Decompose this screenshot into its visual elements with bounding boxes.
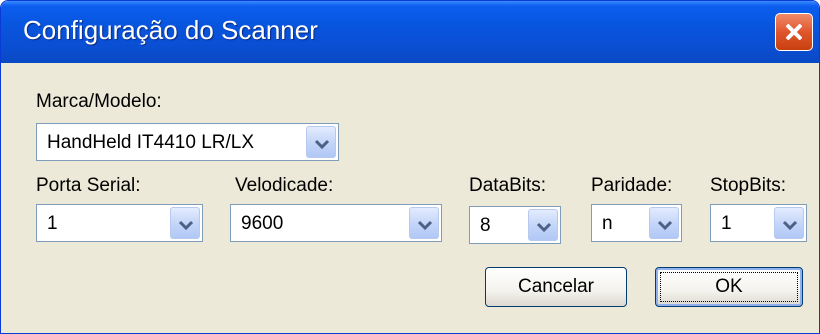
marca-select[interactable]: HandHeld IT4410 LR/LX [36, 123, 339, 161]
databits-select[interactable]: 8 [469, 206, 561, 244]
dialog-body: Marca/Modelo: HandHeld IT4410 LR/LX Port… [5, 63, 815, 333]
chevron-down-icon[interactable] [306, 126, 336, 158]
chevron-down-icon[interactable] [528, 209, 558, 241]
marca-label: Marca/Modelo: [36, 91, 162, 112]
stopbits-value: 1 [721, 213, 732, 234]
chevron-down-icon[interactable] [409, 207, 439, 239]
paridade-select[interactable]: n [591, 204, 682, 242]
close-icon[interactable] [775, 13, 813, 51]
ok-button-label: OK [715, 276, 743, 297]
marca-value: HandHeld IT4410 LR/LX [47, 132, 255, 153]
window-title: Configuração do Scanner [23, 15, 318, 45]
porta-select[interactable]: 1 [36, 204, 203, 242]
velocidade-label: Velodicade: [235, 175, 334, 196]
cancel-button[interactable]: Cancelar [485, 267, 627, 307]
stopbits-select[interactable]: 1 [710, 204, 807, 242]
dialog-window: Configuração do Scanner Marca/Modelo: Ha… [0, 0, 820, 334]
porta-value: 1 [47, 213, 58, 234]
chevron-down-icon[interactable] [649, 207, 679, 239]
velocidade-select[interactable]: 9600 [230, 204, 442, 242]
stopbits-label: StopBits: [710, 175, 787, 196]
databits-value: 8 [480, 215, 491, 236]
ok-button[interactable]: OK [655, 267, 803, 307]
chevron-down-icon[interactable] [774, 207, 804, 239]
chevron-down-icon[interactable] [170, 207, 200, 239]
databits-label: DataBits: [469, 175, 547, 196]
porta-label: Porta Serial: [36, 175, 141, 196]
title-bar[interactable]: Configuração do Scanner [1, 1, 819, 63]
velocidade-value: 9600 [241, 213, 284, 234]
paridade-label: Paridade: [591, 175, 673, 196]
paridade-value: n [602, 213, 613, 234]
